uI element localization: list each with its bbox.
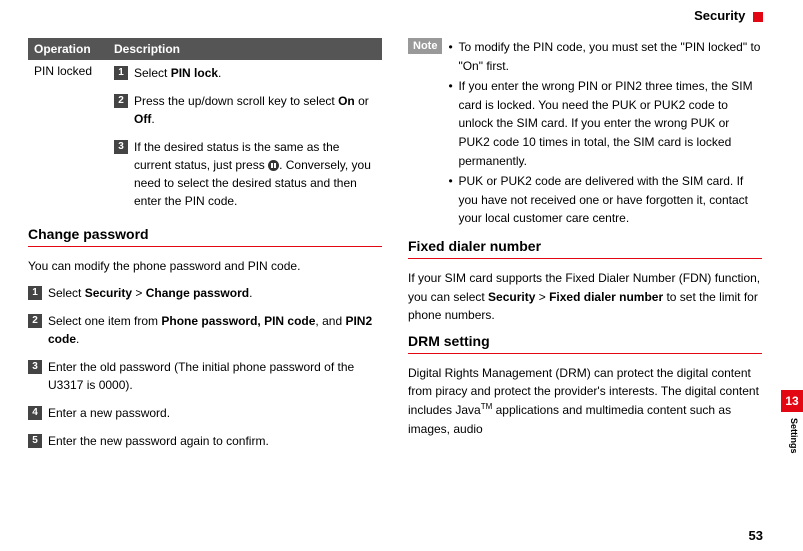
right-column: Note • To modify the PIN code, you must … — [408, 38, 762, 460]
note-item: • PUK or PUK2 code are delivered with th… — [448, 172, 762, 228]
bullet-icon: • — [448, 77, 458, 170]
drm-body: Digital Rights Management (DRM) can prot… — [408, 364, 762, 438]
text-fragment: . — [218, 66, 221, 80]
header-accent-dot — [753, 12, 763, 22]
note-text: PUK or PUK2 code are delivered with the … — [458, 172, 762, 228]
bold-text: Change password — [146, 286, 249, 300]
bullet-icon: • — [448, 172, 458, 228]
col-header-description: Description — [114, 42, 376, 56]
content-columns: Operation Description PIN locked 1 Selec… — [0, 0, 803, 460]
page-number: 53 — [749, 528, 763, 543]
change-password-intro: You can modify the phone password and PI… — [28, 257, 382, 276]
step-number-icon: 4 — [28, 406, 42, 420]
text-fragment: > — [535, 290, 549, 304]
step-number-icon: 1 — [28, 286, 42, 300]
bold-text: Security — [488, 290, 535, 304]
bold-text: Fixed dialer number — [549, 290, 663, 304]
bold-text: On — [338, 94, 355, 108]
text-fragment: . — [76, 332, 79, 346]
text-fragment: . — [249, 286, 252, 300]
note-item: • If you enter the wrong PIN or PIN2 thr… — [448, 77, 762, 170]
note-text: If you enter the wrong PIN or PIN2 three… — [458, 77, 762, 170]
step-number-icon: 3 — [28, 360, 42, 374]
text-fragment: > — [132, 286, 146, 300]
trademark-symbol: TM — [481, 402, 493, 411]
cp-step-3: 3 Enter the old password (The initial ph… — [28, 358, 382, 394]
text-fragment: or — [355, 94, 369, 108]
chapter-label: Settings — [789, 418, 799, 454]
heading-underline — [408, 353, 762, 354]
note-text: To modify the PIN code, you must set the… — [458, 38, 762, 75]
step-number-icon: 2 — [114, 94, 128, 108]
note-box: Note • To modify the PIN code, you must … — [408, 38, 762, 230]
note-item: • To modify the PIN code, you must set t… — [448, 38, 762, 75]
fdn-body: If your SIM card supports the Fixed Dial… — [408, 269, 762, 325]
operation-steps: 1 Select PIN lock. 2 Press the up/down s… — [114, 64, 376, 220]
step-number-icon: 2 — [28, 314, 42, 328]
cp-step-5: 5 Enter the new password again to confir… — [28, 432, 382, 450]
cp-step-1: 1 Select Security > Change password. — [28, 284, 382, 302]
operation-row-pin-locked: PIN locked 1 Select PIN lock. 2 Press th… — [28, 60, 382, 220]
step-text: Enter a new password. — [48, 404, 382, 422]
text-fragment: Press the up/down scroll key to select — [134, 94, 338, 108]
bullet-icon: • — [448, 38, 458, 75]
bold-text: Phone password, PIN code — [161, 314, 315, 328]
heading-underline — [408, 258, 762, 259]
step-text: Enter the new password again to confirm. — [48, 432, 382, 450]
step-text: If the desired status is the same as the… — [134, 138, 376, 210]
operation-name: PIN locked — [34, 64, 114, 220]
pin-step-2: 2 Press the up/down scroll key to select… — [114, 92, 376, 128]
pin-step-1: 1 Select PIN lock. — [114, 64, 376, 82]
text-fragment: , and — [315, 314, 345, 328]
step-text: Select Security > Change password. — [48, 284, 382, 302]
bold-text: Off — [134, 112, 151, 126]
left-column: Operation Description PIN locked 1 Selec… — [28, 38, 382, 460]
page-header: Security — [694, 8, 763, 23]
col-header-operation: Operation — [34, 42, 114, 56]
text-fragment: Select one item from — [48, 314, 161, 328]
step-text: Select PIN lock. — [134, 64, 376, 82]
heading-drm: DRM setting — [408, 333, 762, 349]
section-title: Security — [694, 8, 745, 23]
heading-fixed-dialer: Fixed dialer number — [408, 238, 762, 254]
step-text: Enter the old password (The initial phon… — [48, 358, 382, 394]
note-list: • To modify the PIN code, you must set t… — [448, 38, 762, 230]
cp-step-4: 4 Enter a new password. — [28, 404, 382, 422]
bold-text: Security — [85, 286, 132, 300]
note-label: Note — [408, 38, 442, 54]
pin-step-3: 3 If the desired status is the same as t… — [114, 138, 376, 210]
heading-underline — [28, 246, 382, 247]
text-fragment: Select — [134, 66, 171, 80]
cp-step-2: 2 Select one item from Phone password, P… — [28, 312, 382, 348]
text-fragment: . — [151, 112, 154, 126]
step-number-icon: 5 — [28, 434, 42, 448]
bold-text: PIN lock — [171, 66, 218, 80]
text-fragment: Select — [48, 286, 85, 300]
heading-change-password: Change password — [28, 226, 382, 242]
center-key-icon — [268, 160, 279, 171]
step-number-icon: 1 — [114, 66, 128, 80]
step-text: Select one item from Phone password, PIN… — [48, 312, 382, 348]
step-number-icon: 3 — [114, 140, 128, 154]
chapter-tab: 13 — [781, 390, 803, 412]
step-text: Press the up/down scroll key to select O… — [134, 92, 376, 128]
operation-table-header: Operation Description — [28, 38, 382, 60]
